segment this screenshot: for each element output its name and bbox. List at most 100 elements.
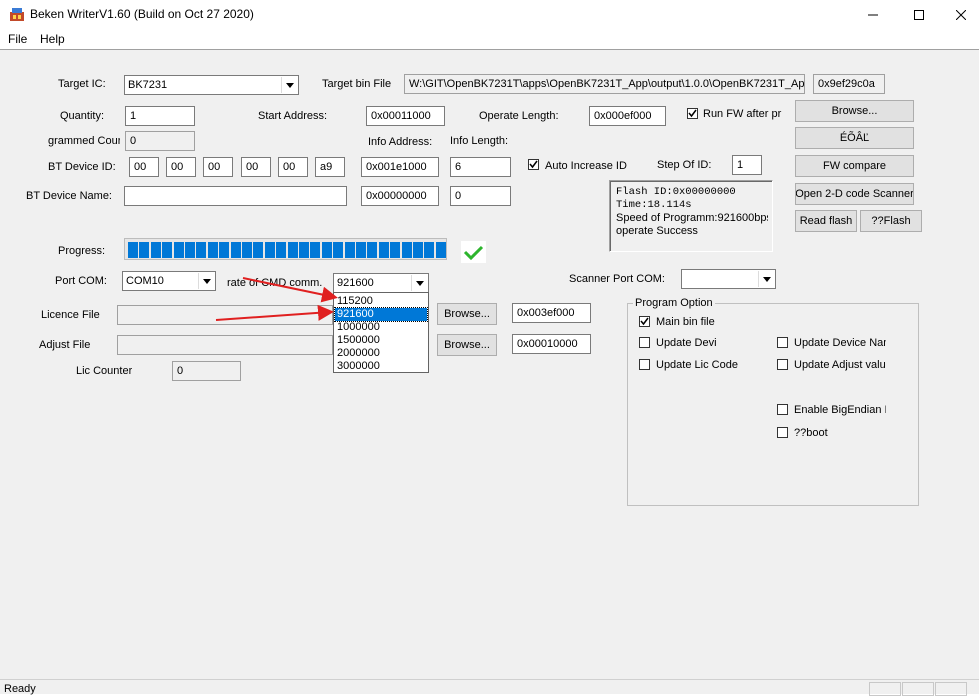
- boot-checkbox[interactable]: [777, 427, 788, 438]
- read-flash-button[interactable]: Read flash: [795, 210, 857, 232]
- browse-licence-button[interactable]: Browse...: [437, 303, 497, 325]
- operate-length-field[interactable]: 0x000ef000: [589, 106, 666, 126]
- enable-bigendian-label: Enable BigEndian II: [794, 404, 886, 416]
- update-devi-checkbox[interactable]: [639, 337, 650, 348]
- bt-id-byte-4[interactable]: 00: [241, 157, 271, 177]
- bt-device-name-label: BT Device Name:: [26, 190, 112, 202]
- open-scanner-button[interactable]: Open 2-D code Scanner: [795, 183, 914, 205]
- progress-segment: [276, 242, 287, 258]
- adjust-file-field[interactable]: [117, 335, 333, 355]
- info-length-field[interactable]: 6: [450, 157, 511, 177]
- bt-device-name-field[interactable]: [124, 186, 347, 206]
- progress-segment: [196, 242, 207, 258]
- scanner-port-label: Scanner Port COM:: [569, 273, 665, 285]
- minimize-icon: [868, 14, 878, 16]
- info-address-field[interactable]: 0x001e1000: [361, 157, 439, 177]
- menu-file[interactable]: File: [8, 32, 27, 46]
- close-button[interactable]: [942, 0, 979, 30]
- bt-id-byte-6[interactable]: a9: [315, 157, 345, 177]
- progress-segment: [424, 242, 435, 258]
- baud-rate-select[interactable]: 921600: [333, 273, 429, 293]
- progress-segment: [173, 242, 184, 258]
- start-address-field[interactable]: 0x00011000: [366, 106, 445, 126]
- baud-rate-dropdown-list[interactable]: 115200 921600 1000000 1500000 2000000 30…: [333, 292, 429, 373]
- licence-file-label: Licence File: [41, 309, 100, 321]
- progress-segment: [150, 242, 161, 258]
- progress-segment: [367, 242, 378, 258]
- progress-segment: [356, 242, 366, 258]
- info-length-label: Info Length:: [450, 135, 509, 147]
- bt-name-length-field[interactable]: 0: [450, 186, 511, 206]
- baud-rate-label: rate of CMD comm.: [227, 277, 323, 289]
- garbled-button[interactable]: ÉÕÂĽ: [795, 127, 914, 149]
- step-of-id-field[interactable]: 1: [732, 155, 762, 175]
- run-fw-checkbox[interactable]: [687, 108, 698, 119]
- progress-segment: [242, 242, 252, 258]
- update-lic-code-checkbox[interactable]: [639, 359, 650, 370]
- auto-increase-label: Auto Increase ID: [545, 160, 627, 172]
- progress-label: Progress:: [58, 245, 106, 257]
- bt-id-byte-1[interactable]: 00: [129, 157, 159, 177]
- bt-name-address-field[interactable]: 0x00000000: [361, 186, 439, 206]
- bin-path-field[interactable]: W:\GIT\OpenBK7231T\apps\OpenBK7231T_App\…: [404, 74, 805, 94]
- status-text: Ready: [4, 683, 36, 695]
- target-ic-select[interactable]: BK7231: [124, 75, 299, 95]
- adjust-file-label: Adjust File: [39, 339, 91, 351]
- menu-help[interactable]: Help: [40, 32, 65, 46]
- close-icon: [955, 10, 966, 20]
- progress-segment: [299, 242, 309, 258]
- bt-id-byte-2[interactable]: 00: [166, 157, 196, 177]
- status-pane: [935, 682, 967, 696]
- update-adjust-checkbox[interactable]: [777, 359, 788, 370]
- licence-file-field[interactable]: [117, 305, 333, 325]
- port-com-value: COM10: [126, 275, 164, 287]
- fw-compare-button[interactable]: FW compare: [795, 155, 914, 177]
- checkmark-icon: [529, 160, 538, 169]
- quantity-field[interactable]: 1: [125, 106, 195, 126]
- flash-id-line: Flash ID:0x00000000: [616, 186, 736, 198]
- progress-segment: [139, 242, 150, 258]
- maximize-icon: [914, 10, 924, 20]
- baud-option[interactable]: 115200: [335, 295, 427, 308]
- target-ic-label: Target IC:: [58, 78, 106, 90]
- programmed-count-field: 0: [125, 131, 195, 151]
- update-device-name-label: Update Device Nam: [794, 337, 886, 349]
- lic-counter-field: 0: [172, 361, 241, 381]
- bin-checksum-field: 0x9ef29c0a: [813, 74, 885, 94]
- browse-adjust-button[interactable]: Browse...: [437, 334, 497, 356]
- bt-id-byte-3[interactable]: 00: [203, 157, 233, 177]
- licence-address-field[interactable]: 0x003ef000: [512, 303, 591, 323]
- maximize-button[interactable]: [896, 0, 942, 30]
- baud-option-selected[interactable]: 921600: [334, 307, 428, 322]
- baud-option[interactable]: 1000000: [335, 321, 427, 334]
- baud-option[interactable]: 3000000: [335, 360, 427, 373]
- minimize-button[interactable]: [850, 0, 896, 30]
- lic-counter-label: Lic Counter: [76, 365, 133, 377]
- scanner-port-select[interactable]: [681, 269, 776, 289]
- quantity-label: Quantity:: [60, 110, 105, 122]
- progress-segment: [219, 242, 230, 258]
- programmed-count-label: grammed Cour: [48, 135, 120, 147]
- flash-button[interactable]: ??Flash: [860, 210, 922, 232]
- flash-info-box: Flash ID:0x00000000 Time:18.114s Speed o…: [609, 180, 773, 252]
- bt-id-byte-5[interactable]: 00: [278, 157, 308, 177]
- progress-segment: [162, 242, 173, 258]
- baud-option[interactable]: 1500000: [335, 334, 427, 347]
- program-option-title: Program Option: [633, 297, 715, 309]
- port-com-select[interactable]: COM10: [122, 271, 216, 291]
- update-device-name-checkbox[interactable]: [777, 337, 788, 348]
- adjust-address-field[interactable]: 0x00010000: [512, 334, 591, 354]
- auto-increase-checkbox[interactable]: [528, 159, 539, 170]
- progress-segment: [128, 242, 138, 258]
- app-icon: [10, 8, 24, 21]
- checkmark-icon: [640, 317, 649, 326]
- enable-bigendian-checkbox[interactable]: [777, 404, 788, 415]
- progress-segment: [435, 242, 446, 258]
- browse-bin-button[interactable]: Browse...: [795, 100, 914, 122]
- progress-segment: [344, 242, 355, 258]
- main-bin-checkbox[interactable]: [639, 316, 650, 327]
- menu-bar: [0, 30, 979, 49]
- progress-segment: [230, 242, 241, 258]
- baud-option[interactable]: 2000000: [335, 347, 427, 360]
- chevron-down-icon: [281, 77, 297, 93]
